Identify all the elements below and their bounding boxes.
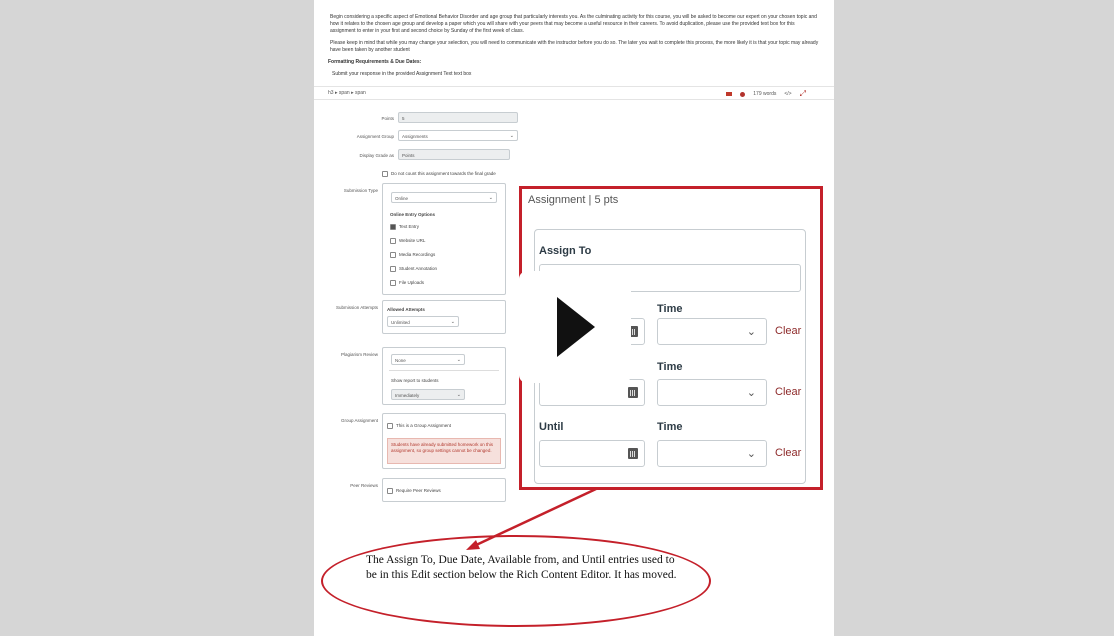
video-stage: Begin considering a specific aspect of E… [0,0,1114,636]
annotation-note: The Assign To, Due Date, Available from,… [366,554,677,581]
